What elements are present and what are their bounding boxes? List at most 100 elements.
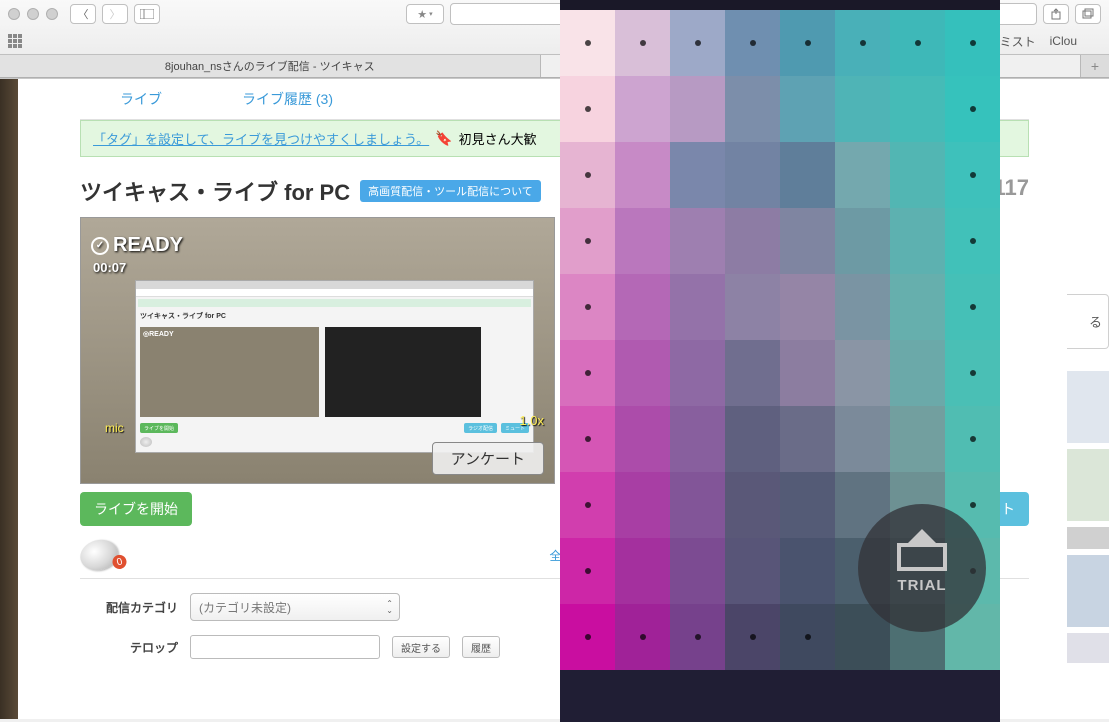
pixel-cell	[780, 76, 835, 142]
pixel-cell	[725, 340, 780, 406]
forward-button[interactable]: 〉	[102, 4, 128, 24]
bookmark-icloud[interactable]: iClou	[1050, 34, 1077, 48]
pixel-cell	[945, 340, 1000, 406]
window-controls[interactable]	[8, 8, 58, 20]
bookmark-icon: 🔖	[435, 130, 452, 147]
close-window-icon[interactable]	[8, 8, 20, 20]
tabs-icon	[1082, 8, 1094, 20]
pixel-cell	[560, 76, 615, 142]
pixel-cell	[835, 208, 890, 274]
pixel-cell	[615, 274, 670, 340]
pixel-cell	[945, 274, 1000, 340]
tab-live-history[interactable]: ライブ履歴 (3)	[202, 79, 373, 119]
nested-recursion-preview: ツイキャス・ライブ for PC ◎READY ライブを開始 ラジオ配信 ミュー…	[135, 280, 534, 453]
pixel-cell	[780, 340, 835, 406]
video-preview[interactable]: ツイキャス・ライブ for PC ◎READY ライブを開始 ラジオ配信 ミュー…	[80, 217, 555, 484]
pixel-cell	[670, 274, 725, 340]
pixel-cell	[890, 274, 945, 340]
pixel-cell	[670, 76, 725, 142]
check-icon: ✓	[91, 237, 109, 255]
pixel-cell	[670, 604, 725, 670]
pixel-cell	[780, 538, 835, 604]
telop-label: テロップ	[80, 639, 178, 656]
pixel-cell	[725, 274, 780, 340]
coin-icon[interactable]: 0	[77, 536, 121, 575]
sidebar-icon	[140, 9, 154, 19]
pixel-cell	[890, 406, 945, 472]
pixel-cell	[780, 10, 835, 76]
pixel-cell	[945, 10, 1000, 76]
stream-timer: 00:07	[93, 260, 126, 275]
pixel-cell	[835, 10, 890, 76]
pixel-cell	[670, 142, 725, 208]
telop-set-button[interactable]: 設定する	[392, 636, 450, 658]
pixel-cell	[945, 208, 1000, 274]
thumbnail-slot-3[interactable]	[1067, 527, 1109, 549]
pixel-cell	[945, 406, 1000, 472]
pixel-cell	[615, 340, 670, 406]
pixel-cell	[615, 10, 670, 76]
sidebar-toggle-button[interactable]	[134, 4, 160, 24]
pixel-cell	[670, 208, 725, 274]
page-edge-decoration	[0, 79, 18, 719]
thumbnail-slot-4[interactable]	[1067, 555, 1109, 627]
pixel-overlay-panel: TRIAL	[560, 0, 1000, 722]
favorites-button[interactable]: ★▾	[406, 4, 444, 24]
mic-label: mic	[105, 421, 124, 435]
pixel-cell	[560, 538, 615, 604]
pixel-cell	[835, 406, 890, 472]
hq-info-badge[interactable]: 高画質配信・ツール配信について	[360, 180, 541, 202]
telop-input[interactable]	[190, 635, 380, 659]
notice-text: 初見さん大歓	[459, 129, 537, 148]
pixel-cell	[725, 538, 780, 604]
pixel-cell	[615, 406, 670, 472]
pixel-cell	[615, 208, 670, 274]
category-select[interactable]: (カテゴリ未設定)	[190, 593, 400, 621]
pixel-cell	[890, 208, 945, 274]
telop-history-button[interactable]: 履歴	[462, 636, 500, 658]
category-label: 配信カテゴリ	[80, 599, 178, 616]
apps-grid-icon[interactable]	[8, 34, 22, 48]
thumbnail-slot-1[interactable]	[1067, 371, 1109, 443]
pixel-cell	[835, 142, 890, 208]
pixel-cell	[615, 76, 670, 142]
pixel-cell	[615, 538, 670, 604]
pixel-cell	[780, 208, 835, 274]
export-icon	[897, 543, 947, 571]
thumbnail-slot-2[interactable]	[1067, 449, 1109, 521]
tab-live[interactable]: ライブ	[80, 79, 202, 119]
pixel-cell	[780, 274, 835, 340]
pixel-cell	[560, 142, 615, 208]
thumbnail-slot-5[interactable]	[1067, 633, 1109, 663]
back-button[interactable]: 〈	[70, 4, 96, 24]
pixel-cell	[725, 604, 780, 670]
pixel-cell	[670, 538, 725, 604]
pixel-cell	[890, 10, 945, 76]
tabs-button[interactable]	[1075, 4, 1101, 24]
start-live-button[interactable]: ライブを開始	[80, 492, 192, 526]
share-icon	[1050, 8, 1062, 20]
pixel-cell	[890, 76, 945, 142]
pixel-cell	[780, 472, 835, 538]
pixel-cell	[890, 142, 945, 208]
survey-button[interactable]: アンケート	[432, 442, 544, 475]
share-button[interactable]	[1043, 4, 1069, 24]
pixel-cell	[560, 208, 615, 274]
pixel-cell	[560, 274, 615, 340]
zoom-window-icon[interactable]	[46, 8, 58, 20]
pixel-cell	[780, 406, 835, 472]
new-tab-button[interactable]: +	[1081, 55, 1109, 77]
pixel-cell	[670, 472, 725, 538]
right-panel-fragment[interactable]: る	[1067, 294, 1109, 349]
pixel-cell	[560, 472, 615, 538]
pixel-cell	[835, 274, 890, 340]
minimize-window-icon[interactable]	[27, 8, 39, 20]
browser-tab-0[interactable]: 8jouhan_nsさんのライブ配信 - ツイキャス	[0, 55, 541, 77]
notice-tag-link[interactable]: 「タグ」を設定して、ライブを見つけやすくしましょう。	[93, 129, 429, 148]
pixel-cell	[615, 142, 670, 208]
pixel-cell	[725, 10, 780, 76]
pixel-cell	[890, 340, 945, 406]
pixel-cell	[945, 76, 1000, 142]
pixel-cell	[560, 340, 615, 406]
trial-watermark: TRIAL	[858, 504, 986, 632]
